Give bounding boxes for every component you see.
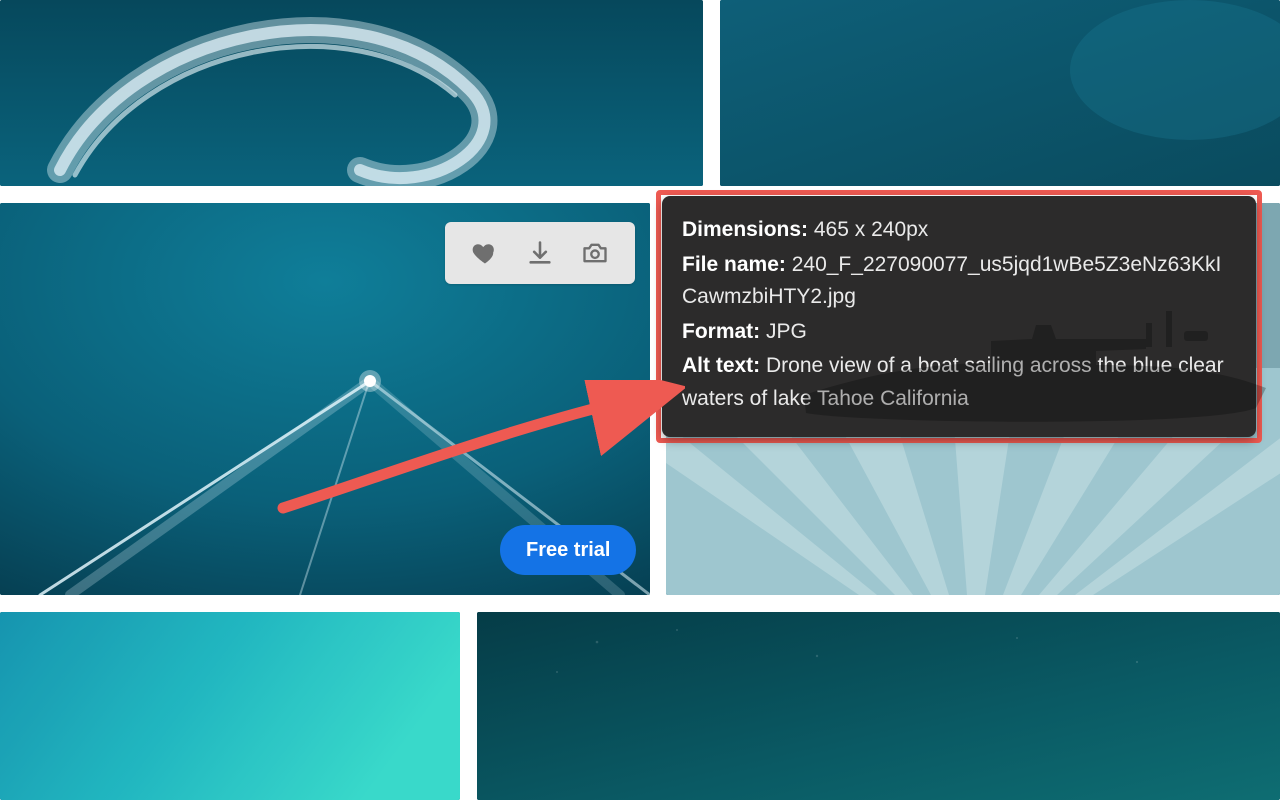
tooltip-filename-label: File name:: [682, 253, 786, 276]
tooltip-alttext-label: Alt text:: [682, 354, 760, 377]
tooltip-alttext-value: Drone view of a boat sailing across the …: [682, 354, 1224, 410]
heart-icon[interactable]: [470, 238, 500, 268]
image-info-tooltip: Dimensions: 465 x 240px File name: 240_F…: [662, 196, 1256, 437]
tooltip-dimensions-value: 465 x 240px: [814, 218, 928, 241]
tooltip-row-format: Format: JPG: [682, 316, 1236, 349]
free-trial-label: Free trial: [526, 539, 610, 562]
free-trial-button[interactable]: Free trial: [500, 525, 636, 575]
download-icon[interactable]: [525, 238, 555, 268]
tooltip-dimensions-label: Dimensions:: [682, 218, 808, 241]
tooltip-row-filename: File name: 240_F_227090077_us5jqd1wBe5Z3…: [682, 249, 1236, 314]
tooltip-format-value: JPG: [766, 320, 807, 343]
camera-icon[interactable]: [580, 238, 610, 268]
gallery-thumb-turquoise[interactable]: [0, 612, 460, 800]
gallery-thumb-deep-blue[interactable]: [720, 0, 1280, 186]
gallery-thumb-teal-dark[interactable]: [477, 612, 1280, 800]
tooltip-format-label: Format:: [682, 320, 760, 343]
tooltip-row-alttext: Alt text: Drone view of a boat sailing a…: [682, 350, 1236, 415]
gallery-thumb-wake-curve[interactable]: [0, 0, 703, 186]
tooltip-row-dimensions: Dimensions: 465 x 240px: [682, 214, 1236, 247]
callout-frame: Dimensions: 465 x 240px File name: 240_F…: [656, 190, 1262, 443]
thumb-action-bar: [445, 222, 635, 284]
